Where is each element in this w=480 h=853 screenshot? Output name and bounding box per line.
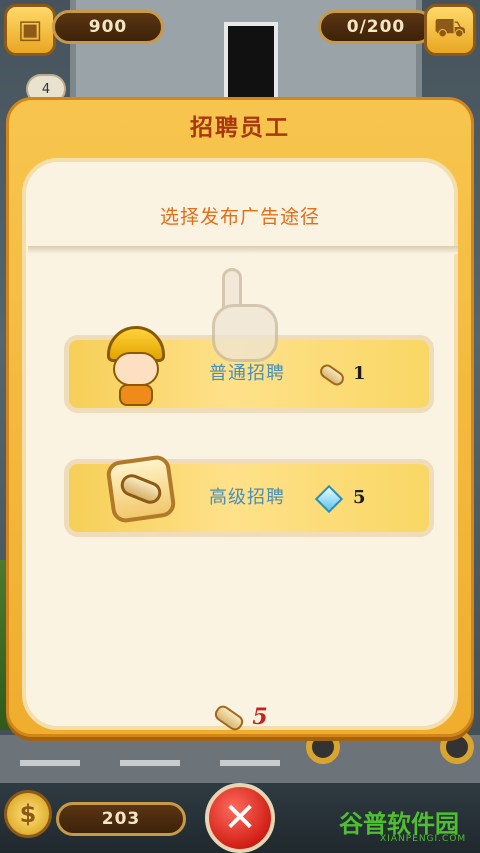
- money-value: 203: [101, 809, 141, 829]
- scroll-total-value: 5: [252, 704, 268, 730]
- money-counter: 203: [56, 802, 186, 836]
- scroll-total: 5: [26, 702, 454, 734]
- hand-truck-icon[interactable]: ⛟: [424, 4, 476, 56]
- scroll-icon: [212, 702, 247, 734]
- pointing-hand-icon: [202, 268, 294, 378]
- advanced-recruit-button[interactable]: 高级招聘 5: [64, 453, 434, 537]
- dialog-subtitle: 选择发布广告途径: [159, 206, 320, 228]
- close-button[interactable]: ✕: [205, 783, 275, 853]
- watermark-sub: XIANPENGI.COM: [380, 834, 467, 844]
- advanced-recruit-label: 高级招聘: [209, 487, 285, 508]
- advanced-recruit-cost: 5: [353, 487, 366, 508]
- road-line: [20, 760, 80, 766]
- recruit-dialog: 招聘员工 选择发布广告途径 普通招聘 1 高级招聘 5 5: [6, 97, 474, 737]
- dialog-panel: 选择发布广告途径 普通招聘 1 高级招聘 5 5: [22, 158, 458, 734]
- scroll-total-icon-wrap: [212, 702, 247, 734]
- building-door: [224, 22, 278, 106]
- scroll-icon: [317, 361, 347, 389]
- hand-palm-shape: [212, 304, 278, 362]
- diamond-icon: [314, 484, 344, 514]
- storage-box-icon[interactable]: ▣: [4, 4, 56, 56]
- normal-recruit-cost: 1: [353, 363, 366, 384]
- dollar-coin-icon[interactable]: $: [4, 790, 52, 838]
- coins-value: 900: [88, 17, 128, 37]
- face-shape: [113, 352, 159, 386]
- worker-avatar-icon: [105, 326, 167, 408]
- dialog-title: 招聘员工: [190, 115, 290, 141]
- road-line: [120, 760, 180, 766]
- big-scroll-shape: [117, 470, 165, 508]
- body-shape: [119, 384, 153, 406]
- close-icon: ✕: [223, 795, 257, 841]
- capacity-counter: 0/200: [318, 10, 434, 44]
- scroll-card-icon: [104, 453, 178, 525]
- divider: [28, 246, 458, 254]
- capacity-value: 0/200: [346, 17, 406, 37]
- coins-counter: 900: [52, 10, 164, 44]
- road-line: [220, 760, 280, 766]
- floor-badge-value: 4: [41, 81, 51, 97]
